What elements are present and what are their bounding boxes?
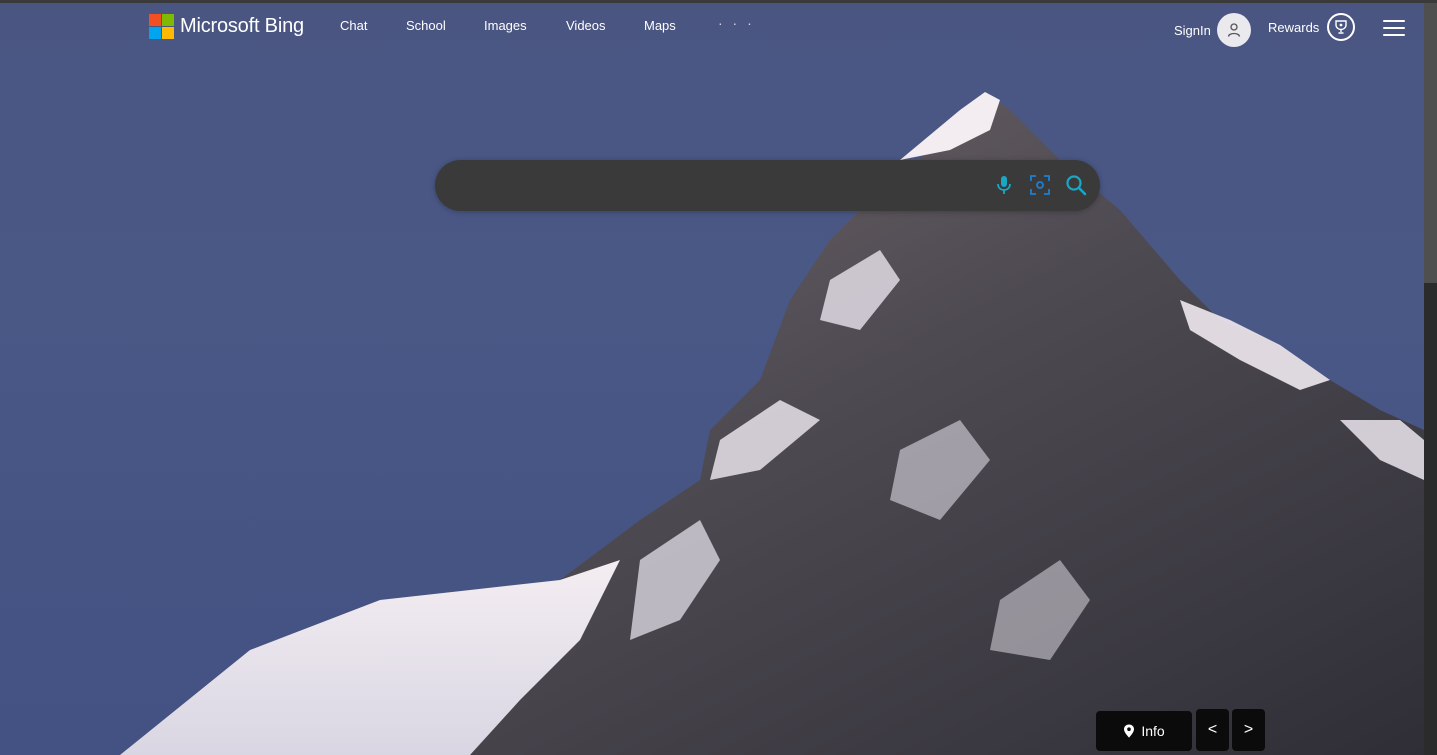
signin-button[interactable]: SignIn [1174,13,1251,47]
microsoft-logo-icon [149,13,174,39]
search-icon[interactable] [1064,173,1088,197]
location-pin-icon [1124,724,1135,738]
page-scrollbar[interactable] [1424,3,1437,755]
brand-name: Microsoft Bing [180,14,304,37]
info-label: Info [1141,723,1165,739]
nav-school[interactable]: School [406,18,446,33]
hamburger-menu-icon[interactable] [1383,20,1405,36]
signin-label: SignIn [1174,22,1211,38]
header: Microsoft Bing Chat School Images Videos… [0,3,1424,51]
next-image-button[interactable]: > [1232,709,1265,751]
rewards-trophy-icon [1327,13,1356,41]
rewards-button[interactable]: Rewards [1268,13,1356,41]
bing-homepage: Microsoft Bing Chat School Images Videos… [0,0,1437,755]
previous-image-button[interactable]: < [1196,709,1229,751]
search-box [435,160,1100,211]
background-image [120,92,1424,755]
more-menu-button[interactable]: · · · [718,15,755,31]
scroll-thumb[interactable] [1424,3,1437,283]
microphone-icon[interactable] [992,173,1016,197]
rewards-label: Rewards [1268,19,1320,35]
visual-search-icon[interactable] [1028,173,1052,197]
nav-images[interactable]: Images [484,18,527,33]
nav-maps[interactable]: Maps [644,18,676,33]
bing-logo[interactable]: Microsoft Bing [149,12,304,40]
search-input[interactable] [459,172,983,201]
nav-videos[interactable]: Videos [566,18,606,33]
nav-chat[interactable]: Chat [340,18,367,33]
user-avatar-icon [1216,13,1251,47]
image-info-button[interactable]: Info [1096,711,1192,751]
